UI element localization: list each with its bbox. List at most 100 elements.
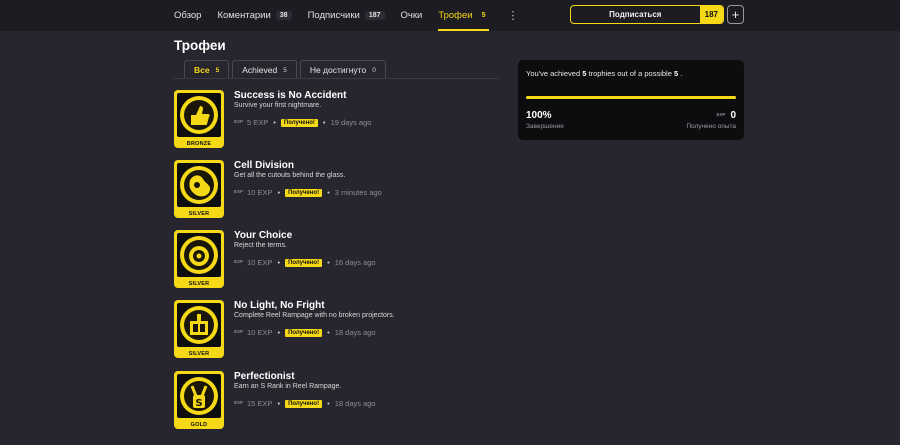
- tab-label: Achieved: [242, 65, 278, 75]
- separator-dot: •: [327, 328, 330, 337]
- exp-earned: EXP 0: [716, 110, 736, 121]
- trophy-item[interactable]: BRONZE Success is No Accident Survive yo…: [174, 90, 504, 150]
- trophy-time: 18 days ago: [334, 328, 376, 337]
- possible-count: 5: [673, 69, 679, 78]
- trophy-name: Perfectionist: [234, 371, 295, 382]
- cutout-icon: [177, 163, 221, 207]
- trophy-badge: SILVER: [174, 160, 224, 218]
- tab-count: 0: [372, 66, 376, 74]
- trophy-meta: EXP 15 EXP • Получено! • 18 days ago: [234, 399, 376, 408]
- trophy-badge: BRONZE: [174, 90, 224, 148]
- separator-dot: •: [327, 258, 330, 267]
- summary-suffix: .: [680, 69, 683, 78]
- exp-icon: EXP: [716, 112, 726, 118]
- trophy-item[interactable]: S GOLD Perfectionist Earn an S Rank in R…: [174, 371, 504, 431]
- separator-dot: •: [277, 399, 281, 408]
- trophy-description: Get all the cutouts behind the glass.: [234, 172, 346, 179]
- status-badge: Получено!: [285, 258, 323, 267]
- tab-label: Не достигнуто: [309, 65, 367, 75]
- exp-earned-label: Получено опыта: [686, 123, 736, 130]
- tab-label: Все: [194, 65, 210, 75]
- summary-middle: trophies out of a possible: [588, 69, 672, 78]
- exp-icon: EXP: [234, 119, 244, 125]
- nav-tab-label: Подписчики: [307, 10, 360, 21]
- trophy-filter-tabs: Все 5 Achieved 5 Не достигнуто 0: [184, 60, 389, 79]
- trophy-item[interactable]: SILVER Your Choice Reject the terms. EXP…: [174, 230, 504, 290]
- completion-progress-bar: [526, 96, 736, 99]
- face-icon: [177, 233, 221, 277]
- nav-tab-count: 187: [364, 11, 385, 20]
- trophy-item[interactable]: SILVER No Light, No Fright Complete Reel…: [174, 300, 504, 360]
- nav-tab-label: Обзор: [174, 10, 202, 21]
- trophy-summary-card: You've achieved 5 trophies out of a poss…: [518, 60, 744, 140]
- nav-tab-points[interactable]: Очки: [401, 0, 423, 31]
- s-rank-icon: S: [177, 374, 221, 418]
- nav-tab-label: Трофеи: [438, 10, 473, 21]
- trophy-name: Your Choice: [234, 230, 293, 241]
- trophy-description: Earn an S Rank in Reel Rampage.: [234, 383, 342, 390]
- status-badge: Получено!: [285, 188, 323, 197]
- trophy-tier: GOLD: [190, 422, 208, 428]
- completion-label: Завершение: [526, 123, 564, 130]
- trophy-name: No Light, No Fright: [234, 300, 325, 311]
- trophy-description: Complete Reel Rampage with no broken pro…: [234, 312, 395, 319]
- add-button[interactable]: +: [727, 5, 744, 24]
- trophy-description: Survive your first nightmare.: [234, 102, 322, 109]
- progress-fill: [526, 96, 736, 99]
- separator-dot: •: [277, 188, 281, 197]
- status-badge: Получено!: [285, 328, 323, 337]
- profile-nav: Обзор Коментарии 38 Подписчики 187 Очки …: [174, 0, 518, 31]
- svg-text:S: S: [195, 398, 202, 409]
- tab-all[interactable]: Все 5: [184, 60, 230, 79]
- top-bar: Обзор Коментарии 38 Подписчики 187 Очки …: [0, 0, 900, 31]
- trophy-badge: SILVER: [174, 230, 224, 288]
- status-badge: Получено!: [285, 399, 323, 408]
- trophy-time: 19 days ago: [330, 118, 372, 127]
- trophy-meta: EXP 5 EXP • Получено! • 19 days ago: [234, 118, 371, 127]
- summary-text: You've achieved 5 trophies out of a poss…: [526, 69, 682, 78]
- trophy-name: Cell Division: [234, 160, 295, 171]
- tab-achieved[interactable]: Achieved 5: [232, 60, 297, 79]
- follow-button-label: Подписаться: [609, 10, 662, 19]
- tab-not-achieved[interactable]: Не достигнуто 0: [299, 60, 386, 79]
- separator-dot: •: [277, 258, 281, 267]
- trophy-item[interactable]: SILVER Cell Division Get all the cutouts…: [174, 160, 504, 220]
- nav-tab-count: 38: [275, 11, 292, 20]
- trophy-tier: BRONZE: [186, 141, 212, 147]
- trophy-time: 16 days ago: [334, 258, 376, 267]
- more-menu-icon[interactable]: ⋮: [507, 9, 518, 22]
- status-badge: Получено!: [280, 118, 318, 127]
- exp-earned-value: 0: [730, 110, 736, 121]
- nav-tab-label: Очки: [400, 10, 423, 21]
- trophy-badge: SILVER: [174, 300, 224, 358]
- thumbs-up-icon: [177, 93, 221, 137]
- trophy-description: Reject the terms.: [234, 242, 287, 249]
- nav-tab-label: Коментарии: [217, 10, 271, 21]
- tab-count: 5: [283, 66, 287, 74]
- separator-dot: •: [327, 188, 330, 197]
- trophy-tier: SILVER: [188, 281, 210, 287]
- exp-icon: EXP: [234, 400, 244, 406]
- trophy-time: 18 days ago: [334, 399, 376, 408]
- trophy-time: 3 minutes ago: [334, 188, 382, 197]
- nav-tab-followers[interactable]: Подписчики 187: [308, 0, 385, 31]
- exp-icon: EXP: [234, 329, 244, 335]
- trophy-meta: EXP 10 EXP • Получено! • 18 days ago: [234, 328, 376, 337]
- trophy-exp: 15 EXP: [247, 399, 273, 408]
- nav-tab-comments[interactable]: Коментарии 38: [217, 0, 292, 31]
- nav-tab-overview[interactable]: Обзор: [174, 0, 201, 31]
- exp-icon: EXP: [234, 189, 244, 195]
- trophy-meta: EXP 10 EXP • Получено! • 16 days ago: [234, 258, 376, 267]
- trophy-exp: 10 EXP: [247, 328, 273, 337]
- follower-count: 187: [699, 6, 723, 23]
- trophy-badge: S GOLD: [174, 371, 224, 429]
- tab-count: 5: [215, 66, 220, 74]
- trophy-meta: EXP 10 EXP • Получено! • 3 minutes ago: [234, 188, 382, 197]
- separator-dot: •: [322, 118, 326, 127]
- follow-button[interactable]: Подписаться 187: [570, 5, 724, 24]
- nav-tab-trophies[interactable]: Трофеи 5: [438, 0, 490, 31]
- trophy-exp: 5 EXP: [247, 118, 269, 127]
- trophy-exp: 10 EXP: [247, 258, 273, 267]
- page-title: Трофеи: [174, 38, 226, 53]
- separator-dot: •: [277, 328, 281, 337]
